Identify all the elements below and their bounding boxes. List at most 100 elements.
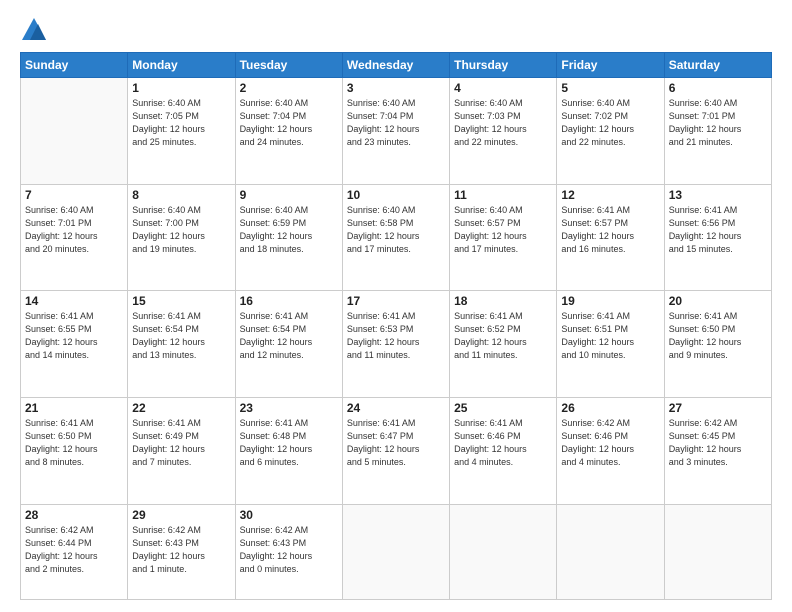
day-number: 25 [454, 401, 552, 415]
day-number: 18 [454, 294, 552, 308]
calendar-cell: 14 Sunrise: 6:41 AM Sunset: 6:55 PM Dayli… [21, 291, 128, 398]
calendar-cell: 27 Sunrise: 6:42 AM Sunset: 6:45 PM Dayli… [664, 397, 771, 504]
calendar-cell: 30 Sunrise: 6:42 AM Sunset: 6:43 PM Dayli… [235, 504, 342, 600]
calendar-cell: 21 Sunrise: 6:41 AM Sunset: 6:50 PM Dayli… [21, 397, 128, 504]
calendar-cell [664, 504, 771, 600]
calendar-week-row: 7 Sunrise: 6:40 AM Sunset: 7:01 PM Daylig… [21, 184, 772, 291]
day-info: Sunrise: 6:41 AM Sunset: 6:50 PM Dayligh… [25, 417, 123, 469]
day-info: Sunrise: 6:41 AM Sunset: 6:51 PM Dayligh… [561, 310, 659, 362]
day-info: Sunrise: 6:41 AM Sunset: 6:53 PM Dayligh… [347, 310, 445, 362]
day-info: Sunrise: 6:40 AM Sunset: 7:01 PM Dayligh… [669, 97, 767, 149]
calendar-week-row: 1Sunrise: 6:40 AM Sunset: 7:05 PM Daylig… [21, 78, 772, 185]
day-number: 5 [561, 81, 659, 95]
calendar-week-row: 14 Sunrise: 6:41 AM Sunset: 6:55 PM Dayli… [21, 291, 772, 398]
weekday-header-wednesday: Wednesday [342, 53, 449, 78]
day-info: Sunrise: 6:42 AM Sunset: 6:45 PM Dayligh… [669, 417, 767, 469]
calendar-cell: 4 Sunrise: 6:40 AM Sunset: 7:03 PM Daylig… [450, 78, 557, 185]
calendar-header-row: SundayMondayTuesdayWednesdayThursdayFrid… [21, 53, 772, 78]
day-info: Sunrise: 6:41 AM Sunset: 6:57 PM Dayligh… [561, 204, 659, 256]
day-number: 26 [561, 401, 659, 415]
weekday-header-saturday: Saturday [664, 53, 771, 78]
day-number: 27 [669, 401, 767, 415]
calendar-week-row: 28Sunrise: 6:42 AM Sunset: 6:44 PM Dayli… [21, 504, 772, 600]
day-info: Sunrise: 6:42 AM Sunset: 6:43 PM Dayligh… [132, 524, 230, 576]
calendar-cell: 15Sunrise: 6:41 AM Sunset: 6:54 PM Dayli… [128, 291, 235, 398]
day-info: Sunrise: 6:40 AM Sunset: 7:04 PM Dayligh… [240, 97, 338, 149]
calendar-cell: 24 Sunrise: 6:41 AM Sunset: 6:47 PM Dayli… [342, 397, 449, 504]
day-info: Sunrise: 6:40 AM Sunset: 6:59 PM Dayligh… [240, 204, 338, 256]
day-info: Sunrise: 6:41 AM Sunset: 6:50 PM Dayligh… [669, 310, 767, 362]
day-number: 12 [561, 188, 659, 202]
day-number: 22 [132, 401, 230, 415]
day-info: Sunrise: 6:40 AM Sunset: 7:01 PM Dayligh… [25, 204, 123, 256]
day-number: 2 [240, 81, 338, 95]
calendar-cell: 16 Sunrise: 6:41 AM Sunset: 6:54 PM Dayli… [235, 291, 342, 398]
calendar-cell: 29Sunrise: 6:42 AM Sunset: 6:43 PM Dayli… [128, 504, 235, 600]
calendar-cell: 18Sunrise: 6:41 AM Sunset: 6:52 PM Dayli… [450, 291, 557, 398]
calendar-cell: 22 Sunrise: 6:41 AM Sunset: 6:49 PM Dayli… [128, 397, 235, 504]
calendar-cell [342, 504, 449, 600]
day-info: Sunrise: 6:42 AM Sunset: 6:44 PM Dayligh… [25, 524, 123, 576]
logo-icon [20, 16, 48, 44]
calendar-table: SundayMondayTuesdayWednesdayThursdayFrid… [20, 52, 772, 600]
calendar-cell: 3 Sunrise: 6:40 AM Sunset: 7:04 PM Daylig… [342, 78, 449, 185]
day-number: 1 [132, 81, 230, 95]
day-number: 10 [347, 188, 445, 202]
calendar-cell: 5 Sunrise: 6:40 AM Sunset: 7:02 PM Daylig… [557, 78, 664, 185]
day-number: 23 [240, 401, 338, 415]
calendar-cell: 12 Sunrise: 6:41 AM Sunset: 6:57 PM Dayli… [557, 184, 664, 291]
calendar-cell: 9Sunrise: 6:40 AM Sunset: 6:59 PM Daylig… [235, 184, 342, 291]
logo [20, 16, 52, 44]
calendar-cell: 7 Sunrise: 6:40 AM Sunset: 7:01 PM Daylig… [21, 184, 128, 291]
calendar-cell: 23 Sunrise: 6:41 AM Sunset: 6:48 PM Dayli… [235, 397, 342, 504]
day-number: 19 [561, 294, 659, 308]
day-info: Sunrise: 6:42 AM Sunset: 6:46 PM Dayligh… [561, 417, 659, 469]
day-info: Sunrise: 6:40 AM Sunset: 7:03 PM Dayligh… [454, 97, 552, 149]
calendar-week-row: 21 Sunrise: 6:41 AM Sunset: 6:50 PM Dayli… [21, 397, 772, 504]
day-info: Sunrise: 6:41 AM Sunset: 6:54 PM Dayligh… [240, 310, 338, 362]
day-number: 30 [240, 508, 338, 522]
day-number: 11 [454, 188, 552, 202]
day-number: 3 [347, 81, 445, 95]
day-info: Sunrise: 6:40 AM Sunset: 7:02 PM Dayligh… [561, 97, 659, 149]
calendar-cell: 1Sunrise: 6:40 AM Sunset: 7:05 PM Daylig… [128, 78, 235, 185]
day-info: Sunrise: 6:41 AM Sunset: 6:56 PM Dayligh… [669, 204, 767, 256]
calendar-cell: 11 Sunrise: 6:40 AM Sunset: 6:57 PM Dayli… [450, 184, 557, 291]
calendar-cell [21, 78, 128, 185]
day-number: 8 [132, 188, 230, 202]
day-info: Sunrise: 6:41 AM Sunset: 6:47 PM Dayligh… [347, 417, 445, 469]
day-number: 7 [25, 188, 123, 202]
page: SundayMondayTuesdayWednesdayThursdayFrid… [0, 0, 792, 612]
day-info: Sunrise: 6:40 AM Sunset: 7:04 PM Dayligh… [347, 97, 445, 149]
calendar-cell: 28Sunrise: 6:42 AM Sunset: 6:44 PM Dayli… [21, 504, 128, 600]
calendar-cell: 25 Sunrise: 6:41 AM Sunset: 6:46 PM Dayli… [450, 397, 557, 504]
day-info: Sunrise: 6:41 AM Sunset: 6:48 PM Dayligh… [240, 417, 338, 469]
header [20, 16, 772, 44]
day-info: Sunrise: 6:42 AM Sunset: 6:43 PM Dayligh… [240, 524, 338, 576]
day-number: 14 [25, 294, 123, 308]
day-number: 24 [347, 401, 445, 415]
weekday-header-thursday: Thursday [450, 53, 557, 78]
calendar-cell [557, 504, 664, 600]
calendar-cell: 20 Sunrise: 6:41 AM Sunset: 6:50 PM Dayli… [664, 291, 771, 398]
weekday-header-sunday: Sunday [21, 53, 128, 78]
day-number: 6 [669, 81, 767, 95]
day-info: Sunrise: 6:41 AM Sunset: 6:54 PM Dayligh… [132, 310, 230, 362]
calendar-cell: 26 Sunrise: 6:42 AM Sunset: 6:46 PM Dayli… [557, 397, 664, 504]
calendar-cell: 17Sunrise: 6:41 AM Sunset: 6:53 PM Dayli… [342, 291, 449, 398]
day-info: Sunrise: 6:40 AM Sunset: 6:57 PM Dayligh… [454, 204, 552, 256]
calendar-cell: 8Sunrise: 6:40 AM Sunset: 7:00 PM Daylig… [128, 184, 235, 291]
calendar-cell: 6 Sunrise: 6:40 AM Sunset: 7:01 PM Daylig… [664, 78, 771, 185]
day-number: 20 [669, 294, 767, 308]
calendar-cell [450, 504, 557, 600]
weekday-header-monday: Monday [128, 53, 235, 78]
day-number: 21 [25, 401, 123, 415]
calendar-cell: 10Sunrise: 6:40 AM Sunset: 6:58 PM Dayli… [342, 184, 449, 291]
day-info: Sunrise: 6:41 AM Sunset: 6:46 PM Dayligh… [454, 417, 552, 469]
weekday-header-friday: Friday [557, 53, 664, 78]
day-info: Sunrise: 6:41 AM Sunset: 6:55 PM Dayligh… [25, 310, 123, 362]
day-info: Sunrise: 6:41 AM Sunset: 6:49 PM Dayligh… [132, 417, 230, 469]
day-number: 4 [454, 81, 552, 95]
day-number: 16 [240, 294, 338, 308]
weekday-header-tuesday: Tuesday [235, 53, 342, 78]
